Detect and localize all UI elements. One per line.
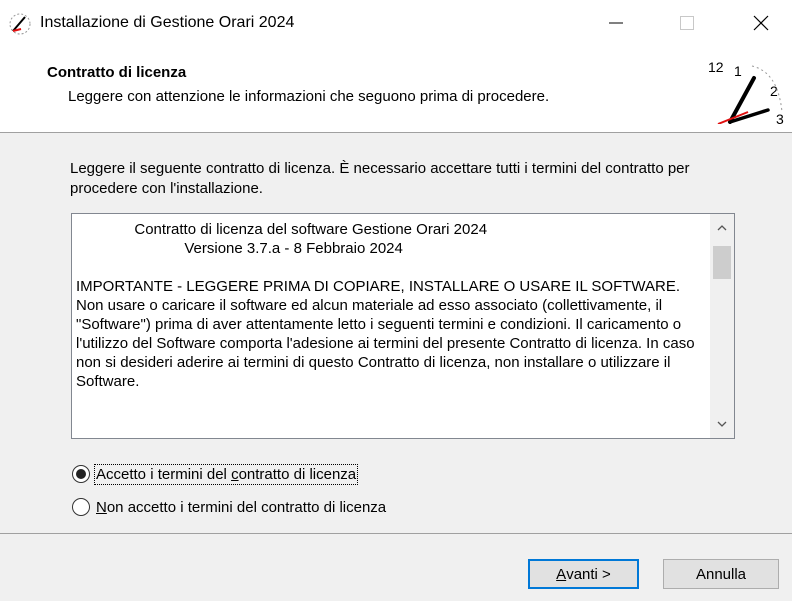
minimize-button[interactable] bbox=[585, 0, 647, 46]
minimize-icon bbox=[609, 22, 623, 24]
scroll-up-button[interactable] bbox=[710, 218, 734, 238]
decline-radio[interactable] bbox=[72, 498, 90, 516]
chevron-down-icon bbox=[717, 421, 727, 427]
accept-label[interactable]: Accetto i termini del contratto di licen… bbox=[93, 463, 359, 485]
clock-number: 2 bbox=[770, 83, 778, 99]
accept-option[interactable]: Accetto i termini del contratto di licen… bbox=[72, 463, 359, 485]
clock-number: 1 bbox=[734, 63, 742, 79]
next-button[interactable]: Avanti > bbox=[528, 559, 639, 589]
close-icon bbox=[753, 15, 769, 31]
clock-app-icon bbox=[9, 13, 31, 35]
clock-number: 12 bbox=[708, 59, 724, 75]
page-header: Contratto di licenza Leggere con attenzi… bbox=[0, 46, 792, 133]
accept-radio[interactable] bbox=[72, 465, 90, 483]
window-title: Installazione di Gestione Orari 2024 bbox=[40, 14, 295, 31]
close-button[interactable] bbox=[730, 0, 792, 46]
page-title: Contratto di licenza bbox=[47, 64, 187, 81]
decline-option[interactable]: Non accetto i termini del contratto di l… bbox=[72, 496, 386, 518]
intro-text: Leggere il seguente contratto di licenza… bbox=[70, 160, 690, 197]
vertical-scrollbar[interactable] bbox=[710, 214, 734, 438]
chevron-up-icon bbox=[717, 225, 727, 231]
cancel-button[interactable]: Annulla bbox=[663, 559, 779, 589]
clock-logo-icon: 12 1 2 3 bbox=[708, 59, 784, 124]
title-bar: Installazione di Gestione Orari 2024 bbox=[0, 0, 792, 46]
page-subtitle: Leggere con attenzione le informazioni c… bbox=[68, 88, 550, 105]
footer-divider bbox=[0, 533, 792, 534]
license-text: Contratto di licenza del software Gestio… bbox=[76, 221, 695, 390]
clock-number: 3 bbox=[776, 111, 784, 124]
scrollbar-thumb[interactable] bbox=[713, 246, 731, 279]
decline-label[interactable]: Non accetto i termini del contratto di l… bbox=[96, 499, 386, 516]
maximize-icon bbox=[680, 16, 694, 30]
license-textbox[interactable]: Contratto di licenza del software Gestio… bbox=[71, 213, 735, 439]
maximize-button bbox=[656, 0, 718, 46]
scroll-down-button[interactable] bbox=[710, 414, 734, 434]
